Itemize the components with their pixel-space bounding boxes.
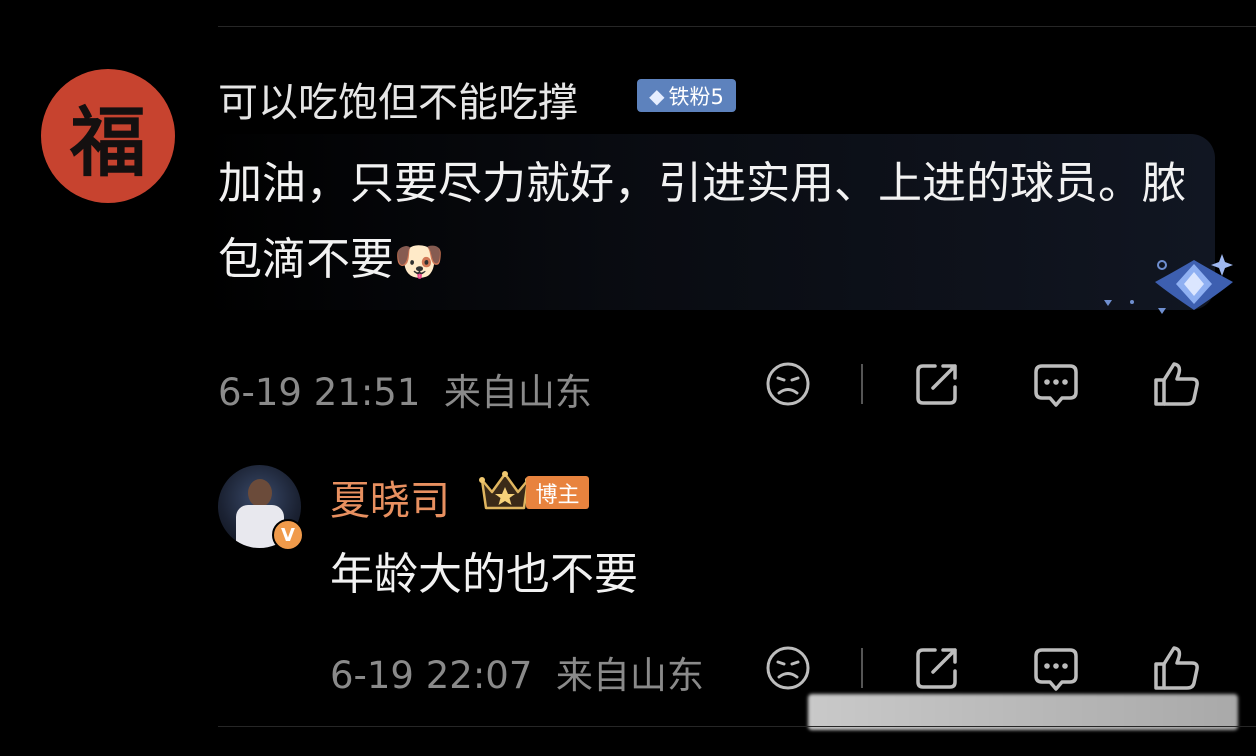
share-icon [916, 364, 957, 405]
share-button[interactable] [913, 360, 961, 408]
reply-dislike-button[interactable] [764, 644, 812, 692]
crown-icon [479, 471, 531, 510]
comment-time: 6-19 21:51 [218, 371, 421, 414]
diamond-icon: ◆ [649, 83, 665, 108]
dislike-button[interactable] [764, 360, 812, 408]
thumbs-up-icon [1154, 646, 1199, 690]
comment-icon [1034, 648, 1078, 691]
share-icon [916, 648, 957, 689]
reply-share-button[interactable] [913, 644, 961, 692]
comment-username[interactable]: 可以吃饱但不能吃撑 [218, 70, 578, 128]
comment-icon [1034, 364, 1078, 407]
host-badge: 博主 [526, 476, 589, 509]
blurred-watermark [808, 694, 1238, 730]
reply-like-button[interactable] [1152, 644, 1200, 692]
thumbs-up-icon [1154, 362, 1199, 406]
doge-emoji-icon: 🐶 [394, 239, 444, 285]
reply-username[interactable]: 夏晓司 [330, 468, 450, 526]
top-divider [218, 26, 1256, 27]
comment-location: 来自山东 [443, 371, 592, 414]
comment-meta: 6-19 21:51 来自山东 [218, 362, 592, 416]
action-separator [861, 364, 863, 404]
reply-location: 来自山东 [555, 654, 704, 697]
fan-badge-label: 铁粉5 [668, 84, 724, 109]
verified-badge-icon: V [272, 519, 304, 551]
sad-face-icon [766, 362, 810, 406]
reply-button[interactable] [1032, 360, 1080, 408]
reply-meta: 6-19 22:07 来自山东 [330, 645, 704, 699]
reply-time: 6-19 22:07 [330, 654, 533, 697]
action-separator [861, 648, 863, 688]
reply-text[interactable]: 年龄大的也不要 [330, 538, 638, 602]
reply-comment-button[interactable] [1032, 644, 1080, 692]
fan-badge[interactable]: ◆ 铁粉5 [637, 79, 736, 112]
sad-face-icon [766, 646, 810, 690]
avatar[interactable]: 福 [41, 69, 175, 203]
bottom-divider [218, 726, 1256, 727]
like-button[interactable] [1152, 360, 1200, 408]
player-head [248, 479, 272, 507]
comment-text[interactable]: 加油，只要尽力就好，引进实用、上进的球员。脓包滴不要🐶 [218, 146, 1208, 300]
comment-text-body: 加油，只要尽力就好，引进实用、上进的球员。脓包滴不要 [218, 158, 1186, 285]
diamond-fan-decoration-icon [1104, 254, 1233, 314]
